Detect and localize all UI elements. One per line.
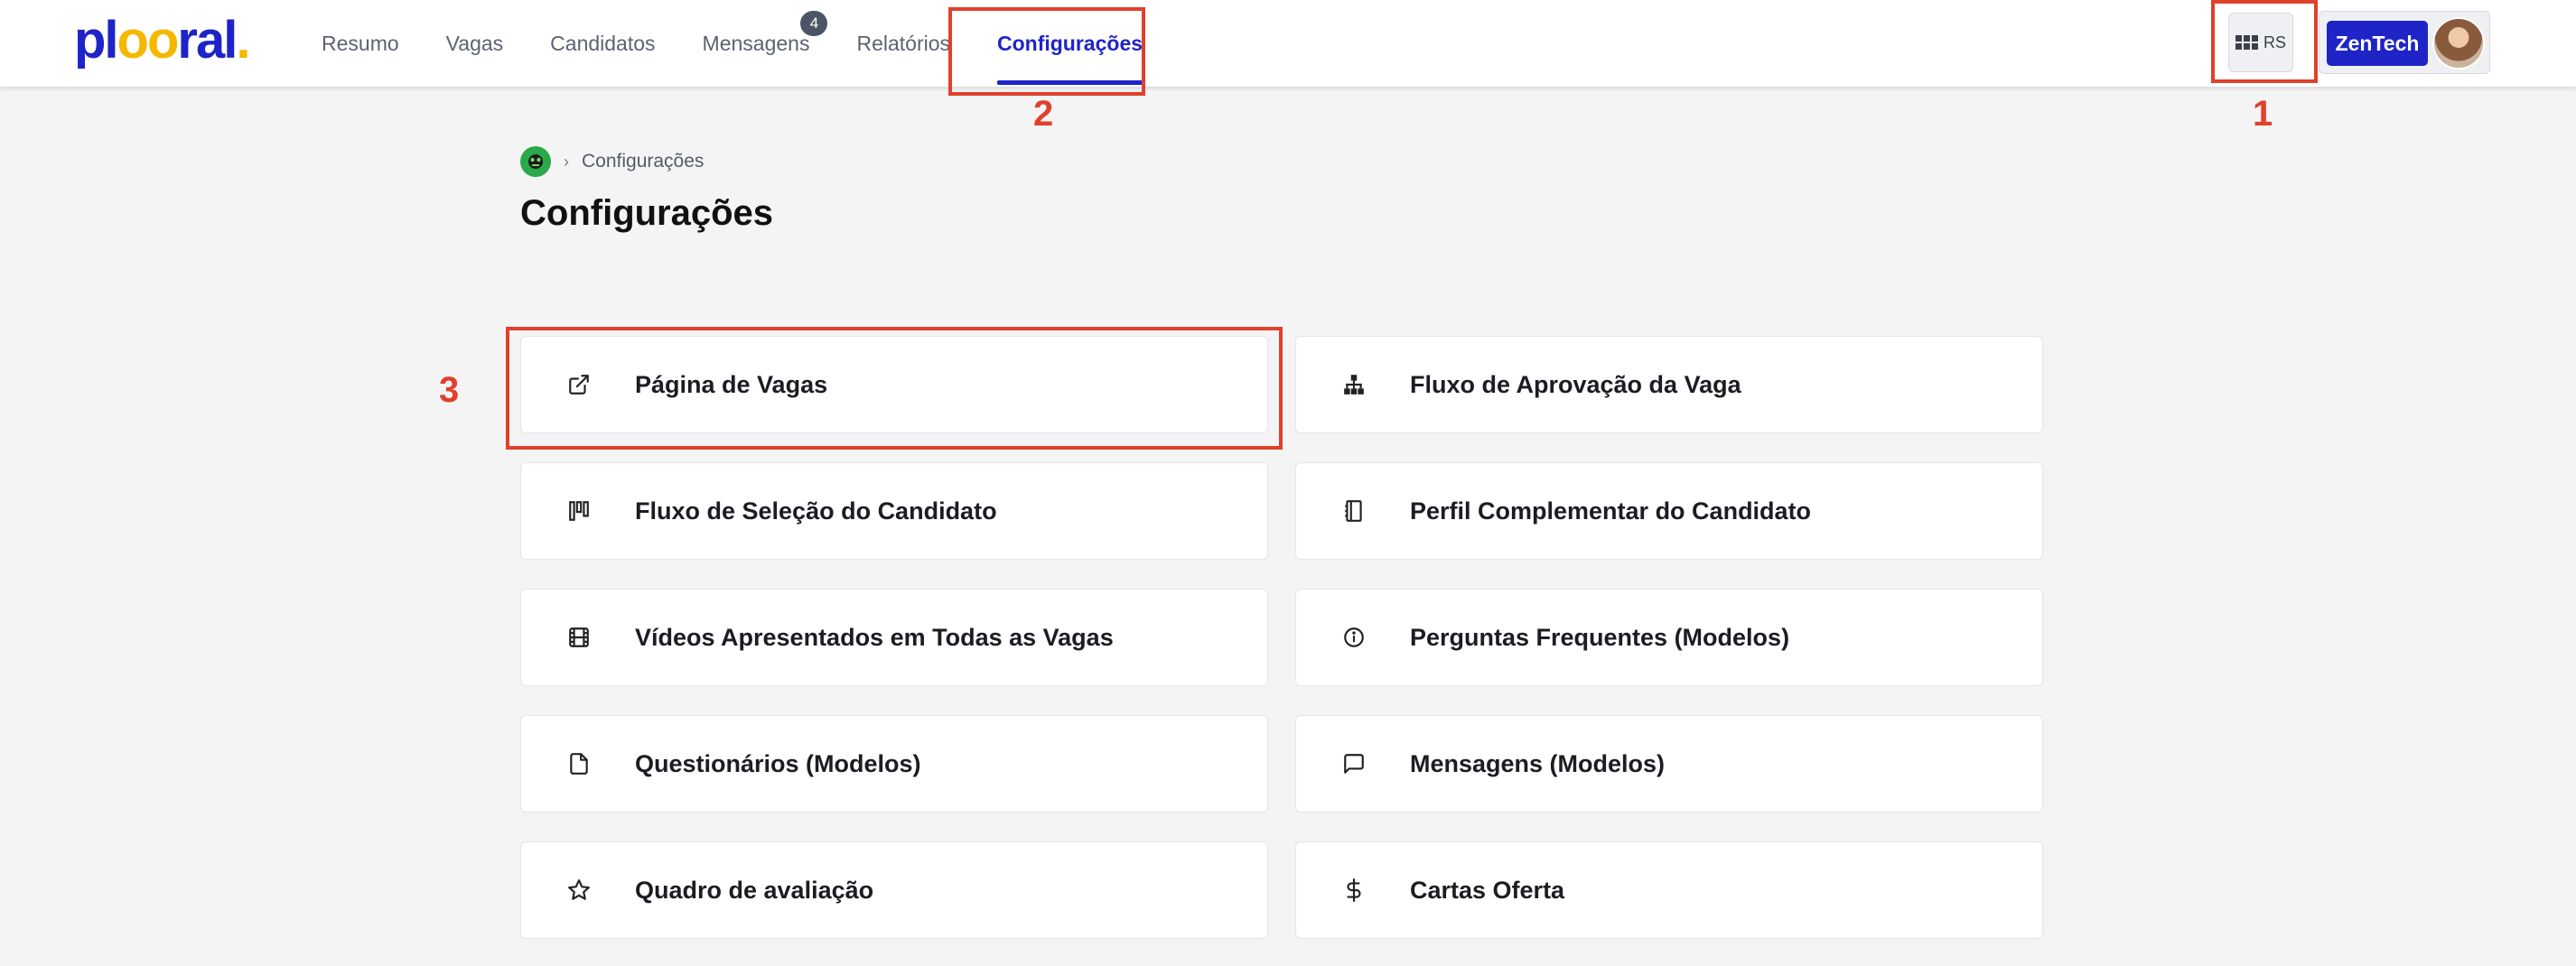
grid-icon bbox=[2235, 35, 2258, 50]
card-label: Fluxo de Seleção do Candidato bbox=[635, 497, 997, 525]
card-label: Perfil Complementar do Candidato bbox=[1410, 497, 1812, 525]
card-mensagens-modelos[interactable]: Mensagens (Modelos) bbox=[1295, 715, 2043, 813]
nav-item-vagas[interactable]: Vagas bbox=[423, 0, 527, 87]
apps-switcher-button[interactable]: RS bbox=[2228, 13, 2293, 72]
company-home-icon[interactable] bbox=[520, 146, 551, 177]
card-fluxo-aprovacao-vaga[interactable]: Fluxo de Aprovação da Vaga bbox=[1295, 336, 2043, 433]
breadcrumb-current: Configurações bbox=[582, 151, 705, 172]
nav-item-configuracoes[interactable]: Configurações bbox=[974, 0, 1166, 87]
card-label: Perguntas Frequentes (Modelos) bbox=[1410, 623, 1790, 651]
info-icon bbox=[1341, 625, 1367, 650]
unread-messages-badge: 4 bbox=[800, 11, 828, 36]
top-navigation-bar: plooral. Resumo Vagas Candidatos Mensage… bbox=[0, 0, 2576, 87]
user-avatar[interactable] bbox=[2432, 17, 2485, 70]
card-quadro-avaliacao[interactable]: Quadro de avaliação bbox=[520, 841, 1268, 939]
kanban-icon bbox=[566, 498, 592, 524]
card-perfil-complementar-candidato[interactable]: Perfil Complementar do Candidato bbox=[1295, 462, 2043, 560]
card-label: Cartas Oferta bbox=[1410, 876, 1565, 904]
annotation-number-3: 3 bbox=[439, 370, 460, 410]
external-link-icon bbox=[566, 372, 592, 397]
chat-icon bbox=[1341, 751, 1367, 776]
card-videos-apresentados[interactable]: Vídeos Apresentados em Todas as Vagas bbox=[520, 589, 1268, 686]
company-account-menu[interactable]: ZenTech bbox=[2319, 11, 2490, 74]
breadcrumb: › Configurações bbox=[520, 146, 704, 177]
plooral-logo[interactable]: plooral. bbox=[74, 13, 251, 69]
notebook-icon bbox=[1341, 498, 1367, 524]
main-nav: Resumo Vagas Candidatos Mensagens 4 Rela… bbox=[298, 0, 1166, 87]
nav-item-relatorios[interactable]: Relatórios bbox=[833, 0, 974, 87]
card-label: Vídeos Apresentados em Todas as Vagas bbox=[635, 623, 1114, 651]
company-badge: ZenTech bbox=[2327, 21, 2428, 66]
card-label: Quadro de avaliação bbox=[635, 876, 874, 904]
card-pagina-de-vagas[interactable]: Página de Vagas bbox=[520, 336, 1268, 433]
nav-item-mensagens[interactable]: Mensagens 4 bbox=[679, 0, 834, 87]
nav-item-resumo[interactable]: Resumo bbox=[298, 0, 423, 87]
file-icon bbox=[566, 751, 592, 776]
film-icon bbox=[566, 625, 592, 650]
chevron-right-icon: › bbox=[564, 152, 569, 171]
annotation-number-1: 1 bbox=[2253, 94, 2273, 134]
card-cartas-oferta[interactable]: Cartas Oferta bbox=[1295, 841, 2043, 939]
nav-item-candidatos[interactable]: Candidatos bbox=[527, 0, 678, 87]
card-label: Questionários (Modelos) bbox=[635, 749, 921, 777]
page-title: Configurações bbox=[520, 193, 774, 233]
dollar-icon bbox=[1341, 878, 1367, 903]
hierarchy-icon bbox=[1341, 372, 1367, 397]
card-fluxo-selecao-candidato[interactable]: Fluxo de Seleção do Candidato bbox=[520, 462, 1268, 560]
card-label: Fluxo de Aprovação da Vaga bbox=[1410, 370, 1741, 398]
card-label: Página de Vagas bbox=[635, 370, 828, 398]
annotation-number-2: 2 bbox=[1033, 94, 1054, 134]
card-perguntas-frequentes[interactable]: Perguntas Frequentes (Modelos) bbox=[1295, 589, 2043, 686]
apps-label: RS bbox=[2263, 33, 2286, 51]
card-label: Mensagens (Modelos) bbox=[1410, 749, 1666, 777]
star-icon bbox=[566, 878, 592, 903]
card-questionarios[interactable]: Questionários (Modelos) bbox=[520, 715, 1268, 813]
